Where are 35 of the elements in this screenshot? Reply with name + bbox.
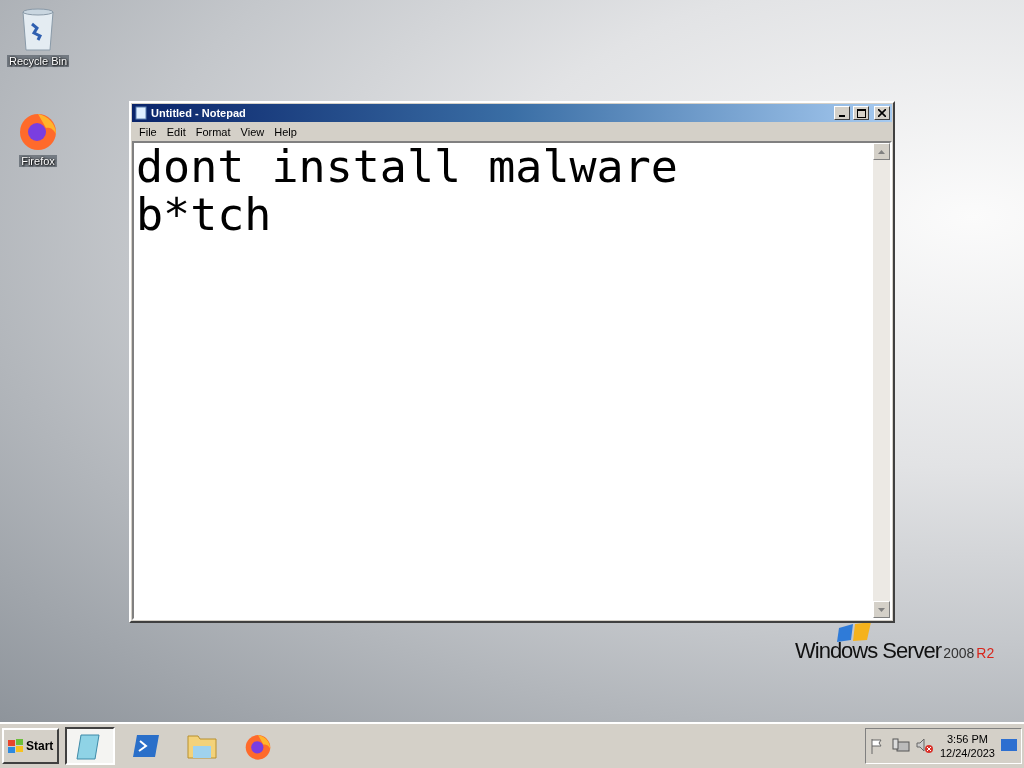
down-arrow-icon	[878, 607, 885, 612]
menu-item[interactable]: Format	[190, 125, 236, 138]
text-editor[interactable]: dont install malware b*tch	[132, 141, 892, 620]
muted-speaker-icon[interactable]	[915, 738, 934, 754]
menu-item[interactable]: Edit	[161, 125, 191, 138]
scroll-down-button[interactable]	[873, 601, 890, 618]
desktop-icon-label[interactable]: Firefox	[19, 155, 57, 167]
product-version: 2008	[943, 645, 975, 661]
show-desktop-icon[interactable]	[1001, 739, 1017, 753]
up-arrow-icon	[878, 149, 885, 154]
powershell-icon	[131, 733, 162, 759]
windows-logo-icon	[8, 739, 24, 753]
start-button[interactable]: Start	[2, 728, 60, 764]
text-line: b*tch	[136, 191, 273, 239]
desktop-icon-label[interactable]: Recycle Bin	[6, 55, 70, 67]
menu-item[interactable]: File	[134, 125, 162, 138]
clock-time: 3:56 PM	[947, 732, 988, 746]
menu-item[interactable]: View	[235, 125, 270, 138]
maximize-icon	[856, 108, 866, 118]
menu-item[interactable]: Help	[269, 125, 302, 138]
close-icon	[878, 109, 886, 117]
recycle-bin-icon	[20, 8, 56, 52]
taskbar-button[interactable]	[65, 727, 116, 765]
product-name: Windows Server	[795, 638, 942, 664]
text-line: dont install malware	[136, 143, 679, 191]
vertical-scrollbar[interactable]	[873, 143, 890, 618]
folder-icon	[186, 732, 219, 760]
close-button[interactable]	[874, 106, 890, 120]
minimize-button[interactable]	[834, 106, 850, 120]
network-icon[interactable]	[891, 738, 910, 754]
clock-date: 12/24/2023	[939, 746, 995, 760]
scroll-up-button[interactable]	[873, 143, 890, 160]
maximize-button[interactable]	[853, 106, 869, 120]
product-edition: R2	[976, 645, 995, 661]
window-title: Untitled - Notepad	[151, 107, 247, 119]
